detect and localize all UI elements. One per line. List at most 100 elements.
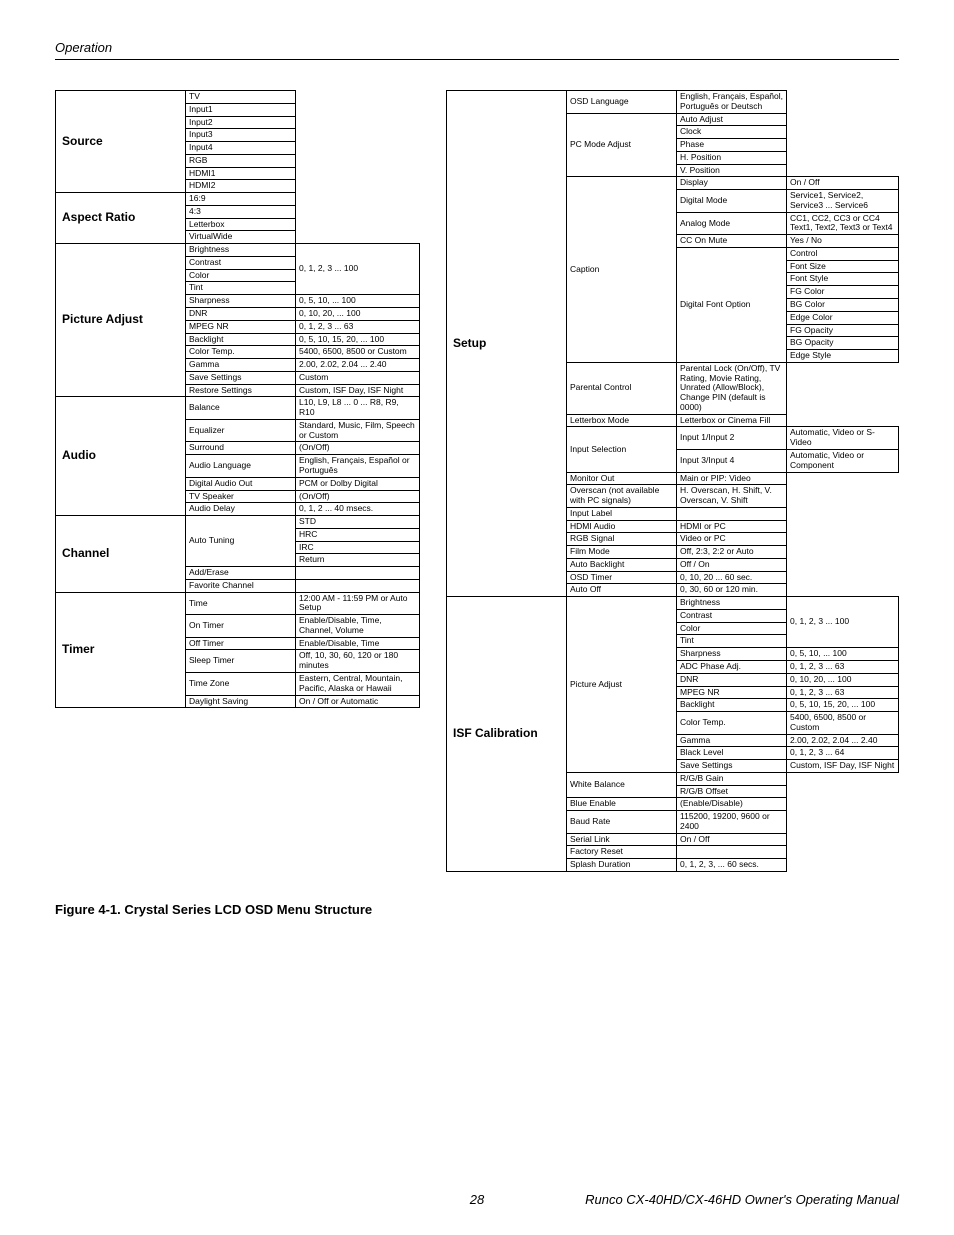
cell: TV Speaker [186,490,296,503]
cell: Off / On [677,558,787,571]
cell: Off Timer [186,637,296,650]
cell: 0, 5, 10, 15, 20, ... 100 [787,699,899,712]
cell: Favorite Channel [186,579,296,592]
cell: HRC [296,528,420,541]
cell: H. Position [677,151,787,164]
cell: Factory Reset [567,846,677,859]
cell: Black Level [677,747,787,760]
cell: Input1 [186,103,296,116]
cell: 5400, 6500, 8500 or Custom [296,346,420,359]
cell: Color Temp. [677,712,787,735]
cell: Control [787,247,899,260]
cell: DNR [677,673,787,686]
cell: BG Opacity [787,337,899,350]
cell: Letterbox [186,218,296,231]
cell: Contrast [186,256,296,269]
section-audio: Audio [56,397,186,516]
cell: L10, L9, L8 ... 0 ... R8, R9, R10 [296,397,420,420]
cell: Off, 2:3, 2:2 or Auto [677,546,787,559]
cell: Video or PC [677,533,787,546]
cell: Equalizer [186,419,296,442]
cell: Parental Control [567,362,677,414]
cell: Time [186,592,296,615]
cell: 0, 1, 2, 3 ... 64 [787,747,899,760]
cell: Yes / No [787,235,899,248]
cell: HDMI Audio [567,520,677,533]
cell: Tint [186,282,296,295]
cell: Auto Adjust [677,113,787,126]
cell: Display [677,177,787,190]
cell: Service1, Service2, Service3 ... Service… [787,190,899,213]
cell: Custom [296,371,420,384]
cell: IRC [296,541,420,554]
cell: Save Settings [677,760,787,773]
cell: FG Color [787,286,899,299]
cell: Digital Mode [677,190,787,213]
cell: Clock [677,126,787,139]
cell: Font Size [787,260,899,273]
cell: Sharpness [677,648,787,661]
cell: Gamma [677,734,787,747]
cell: Baud Rate [567,811,677,834]
cell: Brightness [677,597,787,610]
cell: Auto Off [567,584,677,597]
cell: Font Style [787,273,899,286]
cell [296,567,420,580]
cell: Serial Link [567,833,677,846]
cell: Caption [567,177,677,362]
cell: MPEG NR [186,320,296,333]
cell: Add/Erase [186,567,296,580]
cell: PC Mode Adjust [567,113,677,177]
cell: (On/Off) [296,490,420,503]
cell: R/G/B Offset [677,785,787,798]
cell: HDMI1 [186,167,296,180]
cell: On / Off [787,177,899,190]
cell: Contrast [677,609,787,622]
cell: Time Zone [186,672,296,695]
cell: VirtualWide [186,231,296,244]
cell: 0, 1, 2, 3 ... 100 [296,244,420,295]
cell: Sleep Timer [186,650,296,673]
section-picture-adjust: Picture Adjust [56,244,186,397]
cell: Gamma [186,359,296,372]
cell: H. Overscan, H. Shift, V. Overscan, V. S… [677,485,787,508]
cell: Color [186,269,296,282]
cell: 0, 30, 60 or 120 min. [677,584,787,597]
cell: 2.00, 2.02, 2.04 ... 2.40 [787,734,899,747]
cell: Edge Color [787,311,899,324]
cell: Picture Adjust [567,597,677,773]
left-column: Source TV Input1 Input2 Input3 Input4 RG… [55,90,420,708]
cell: 0, 5, 10, ... 100 [787,648,899,661]
cell: Backlight [186,333,296,346]
cell: English, Français, Español or Português [296,455,420,478]
cell: Daylight Saving [186,695,296,708]
cell: Enable/Disable, Time [296,637,420,650]
cell: Input 3/Input 4 [677,449,787,472]
section-setup: Setup [447,91,567,597]
cell: 4:3 [186,205,296,218]
cell: 0, 5, 10, ... 100 [296,295,420,308]
page-header: Operation [55,40,899,55]
cell: Audio Language [186,455,296,478]
cell: Restore Settings [186,384,296,397]
cell: Eastern, Central, Mountain, Pacific, Ala… [296,672,420,695]
cell: 0, 1, 2, 3, ... 60 secs. [677,859,787,872]
cell: Auto Tuning [186,516,296,567]
cell: Auto Backlight [567,558,677,571]
figure-caption: Figure 4-1. Crystal Series LCD OSD Menu … [55,902,899,917]
cell: BG Color [787,299,899,312]
cell [677,846,787,859]
cell: Save Settings [186,371,296,384]
cell: On / Off [677,833,787,846]
cell: On Timer [186,615,296,638]
cell: 0, 10, 20 ... 60 sec. [677,571,787,584]
cell: (On/Off) [296,442,420,455]
cell: Automatic, Video or Component [787,449,899,472]
cell: 0, 5, 10, 15, 20, ... 100 [296,333,420,346]
cell: 0, 1, 2, 3 ... 100 [787,597,899,648]
cell: CC On Mute [677,235,787,248]
left-table: Source TV Input1 Input2 Input3 Input4 RG… [55,90,420,708]
cell: 2.00, 2.02, 2.04 ... 2.40 [296,359,420,372]
cell: Custom, ISF Day, ISF Night [296,384,420,397]
cell: (Enable/Disable) [677,798,787,811]
